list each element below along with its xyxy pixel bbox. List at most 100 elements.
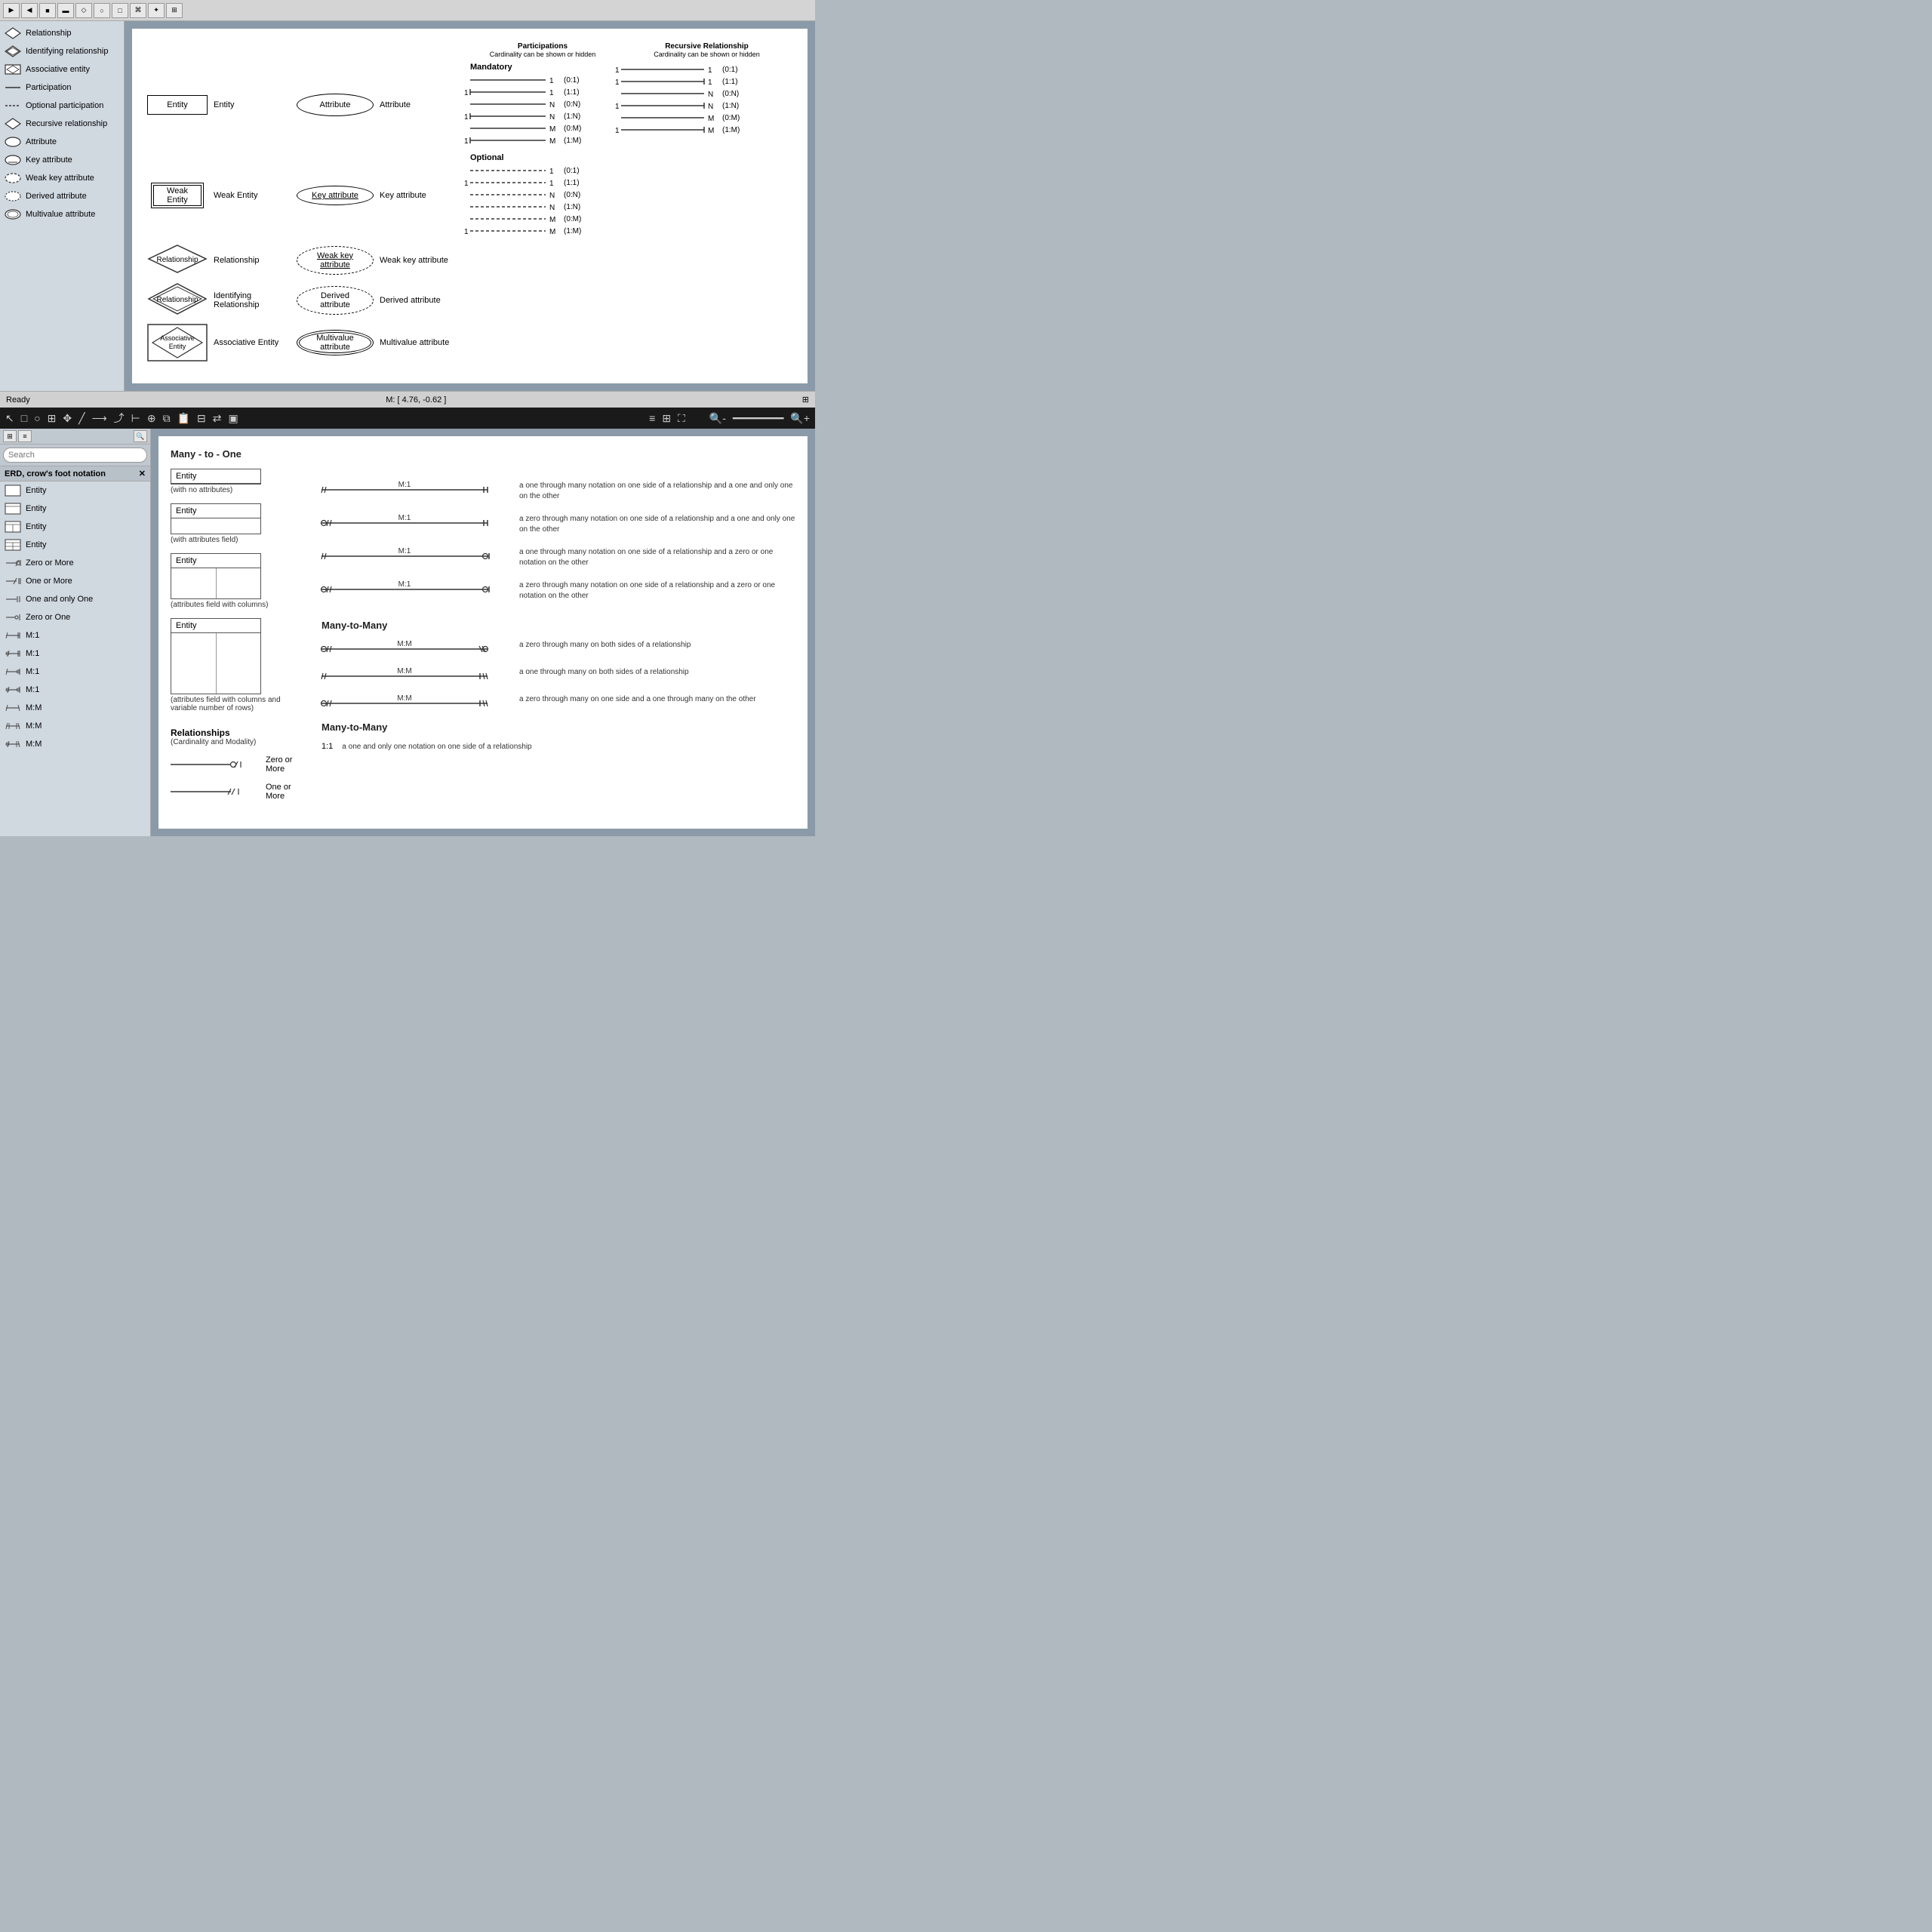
sidebar-item-mm-1[interactable]: M:M xyxy=(0,699,150,717)
sidebar-item-optional-part[interactable]: Optional participation xyxy=(0,97,124,115)
tb-zoom-menu[interactable]: ≡ xyxy=(647,412,657,424)
entities-column: Entity (with no attributes) Entity (with… xyxy=(171,469,306,801)
sidebar-item-participation[interactable]: Participation xyxy=(0,78,124,97)
sidebar-item-one-only[interactable]: One and only One xyxy=(0,590,150,608)
toolbar-btn-7[interactable]: □ xyxy=(112,3,128,18)
m1-rel-3: M:1 a one through many notation on one s… xyxy=(321,547,795,568)
sidebar-item-mm-2[interactable]: M:M xyxy=(0,717,150,735)
sidebar-item-entity-2[interactable]: Entity xyxy=(0,500,150,518)
tb-ortho[interactable]: ⊢ xyxy=(129,412,143,425)
tb-add[interactable]: ⊕ xyxy=(145,412,158,425)
section-many-to-many: Many-to-Many xyxy=(321,620,795,631)
sidebar-item-relationship[interactable]: Relationship xyxy=(0,24,124,42)
relationship-label: Relationship xyxy=(211,241,294,279)
sidebar-item-one-more[interactable]: One or More xyxy=(0,572,150,590)
mm-rel-2: M:M a one through many on both sides of … xyxy=(321,667,795,685)
toolbar-btn-8[interactable]: ⌘ xyxy=(130,3,146,18)
tb-copy[interactable]: ⧉ xyxy=(161,412,173,425)
sidebar-item-attribute[interactable]: Attribute xyxy=(0,133,124,151)
toolbar-btn-5[interactable]: ◇ xyxy=(75,3,92,18)
participations-header: Participations xyxy=(470,42,615,51)
toolbar-btn-6[interactable]: ○ xyxy=(94,3,110,18)
sidebar-top: Relationship Identifying relationship As… xyxy=(0,21,125,391)
tb-group[interactable]: ▣ xyxy=(226,412,241,425)
diamond-small-icon xyxy=(5,117,21,131)
sidebar-item-zero-more[interactable]: Zero or More xyxy=(0,554,150,572)
tb-cursor[interactable]: ↖ xyxy=(3,412,17,425)
derived-attr-label: Derived attribute xyxy=(377,279,467,321)
tb-fit[interactable]: ⊞ xyxy=(660,412,673,425)
mm-rel-3: M:M a zero through many on one side and … xyxy=(321,694,795,712)
toolbar-btn-3[interactable]: ■ xyxy=(39,3,56,18)
tb-connect[interactable]: ⟶ xyxy=(90,412,109,425)
tb-bend[interactable]: ⤴ xyxy=(112,411,127,426)
entity-box-2: Entity xyxy=(171,503,261,534)
search-input[interactable] xyxy=(3,448,147,463)
sidebar-item-derived-attr[interactable]: Derived attribute xyxy=(0,187,124,205)
mm2-desc: a one and only one notation on one side … xyxy=(342,742,795,752)
toolbar-btn-1[interactable]: ▶ xyxy=(3,3,20,18)
entity-body-2 xyxy=(171,518,260,534)
sidebar-item-associative[interactable]: Associative entity xyxy=(0,60,124,78)
tb-ellipse[interactable]: ○ xyxy=(32,412,42,424)
sidebar-item-m1-4[interactable]: M:1 xyxy=(0,681,150,699)
sidebar-item-entity-3[interactable]: Entity xyxy=(0,518,150,536)
sidebar-item-m1-2[interactable]: M:1 xyxy=(0,645,150,663)
tb-zoom-slider[interactable]: ━━━━━━━━ xyxy=(731,412,786,425)
toolbar-btn-9[interactable]: ✦ xyxy=(148,3,165,18)
sidebar-items-list: Entity Entity Entity xyxy=(0,481,150,836)
sidebar-item-zero-one[interactable]: Zero or One xyxy=(0,608,150,626)
rel-section-title: Relationships xyxy=(171,728,306,738)
tb-paste[interactable]: 📋 xyxy=(175,412,192,425)
sidebar-item-mm-3[interactable]: M:M xyxy=(0,735,150,753)
mini-btn-1[interactable]: ⊞ xyxy=(3,430,17,442)
sidebar-item-entity-4[interactable]: Entity xyxy=(0,536,150,554)
toolbar-btn-2[interactable]: ◀ xyxy=(21,3,38,18)
opt-row-5: M (0:M) xyxy=(470,214,615,224)
rec-row-1: 11 (0:1) xyxy=(621,64,792,75)
sidebar-item-m1-1[interactable]: M:1 xyxy=(0,626,150,645)
svg-text:M:M: M:M xyxy=(397,694,411,703)
sidebar-item-m1-3[interactable]: M:1 xyxy=(0,663,150,681)
svg-text:M: M xyxy=(708,115,714,123)
sidebar-item-key-attr[interactable]: Key attribute xyxy=(0,151,124,169)
entity-subtitle-2: (with attributes field) xyxy=(171,536,306,544)
tb-flip[interactable]: ⇄ xyxy=(211,412,224,425)
sidebar-item-entity-1[interactable]: Entity xyxy=(0,481,150,500)
sidebar-item-recursive[interactable]: Recursive relationship xyxy=(0,115,124,133)
svg-text:N: N xyxy=(549,101,555,109)
tb-table[interactable]: ⊞ xyxy=(45,412,59,425)
canvas-bottom-white: Many - to - One Entity (with no attribut… xyxy=(158,436,808,829)
mini-btn-search[interactable]: 🔍 xyxy=(134,430,147,442)
toolbar-btn-4[interactable]: ▬ xyxy=(57,3,74,18)
tb-line[interactable]: ╱ xyxy=(76,412,87,425)
sidebar-item-weak-key-attr[interactable]: Weak key attribute xyxy=(0,169,124,187)
canvas-white-top: Participations Cardinality can be shown … xyxy=(132,29,808,383)
tb-zoom-in[interactable]: 🔍+ xyxy=(788,412,812,425)
tb-cursor2[interactable]: ✥ xyxy=(60,412,74,425)
mini-btn-2[interactable]: ≡ xyxy=(18,430,32,442)
svg-text:1: 1 xyxy=(549,89,554,97)
sidebar-item-multivalue-attr[interactable]: Multivalue attribute xyxy=(0,205,124,223)
entity-icon-1 xyxy=(5,484,21,497)
entity-title-4: Entity xyxy=(171,619,260,633)
svg-text:1: 1 xyxy=(615,127,620,135)
svg-text:N: N xyxy=(549,192,555,200)
tb-zoom-out[interactable]: 🔍- xyxy=(707,412,728,425)
rec-row-2: 11 (1:1) xyxy=(621,76,792,87)
panel-close[interactable]: ✕ xyxy=(139,469,146,478)
entity-subtitle-1: (with no attributes) xyxy=(171,486,306,494)
svg-text:N: N xyxy=(549,204,555,212)
sidebar-item-identifying-rel[interactable]: Identifying relationship xyxy=(0,42,124,60)
svg-text:M: M xyxy=(549,216,555,224)
svg-text:M:M: M:M xyxy=(397,667,411,675)
diamond-double-icon xyxy=(5,45,21,58)
tb-align[interactable]: ⊟ xyxy=(195,412,208,425)
tb-rect[interactable]: □ xyxy=(19,412,29,424)
tb-fullscreen[interactable]: ⛶ xyxy=(675,412,688,425)
toolbar-btn-10[interactable]: ⊞ xyxy=(166,3,183,18)
relationship-shape: Relationship xyxy=(147,244,208,274)
mandatory-label: Mandatory xyxy=(470,63,615,72)
entity-subtitle-4: (attributes field with columns and varia… xyxy=(171,696,306,712)
one-only-icon xyxy=(5,592,21,606)
